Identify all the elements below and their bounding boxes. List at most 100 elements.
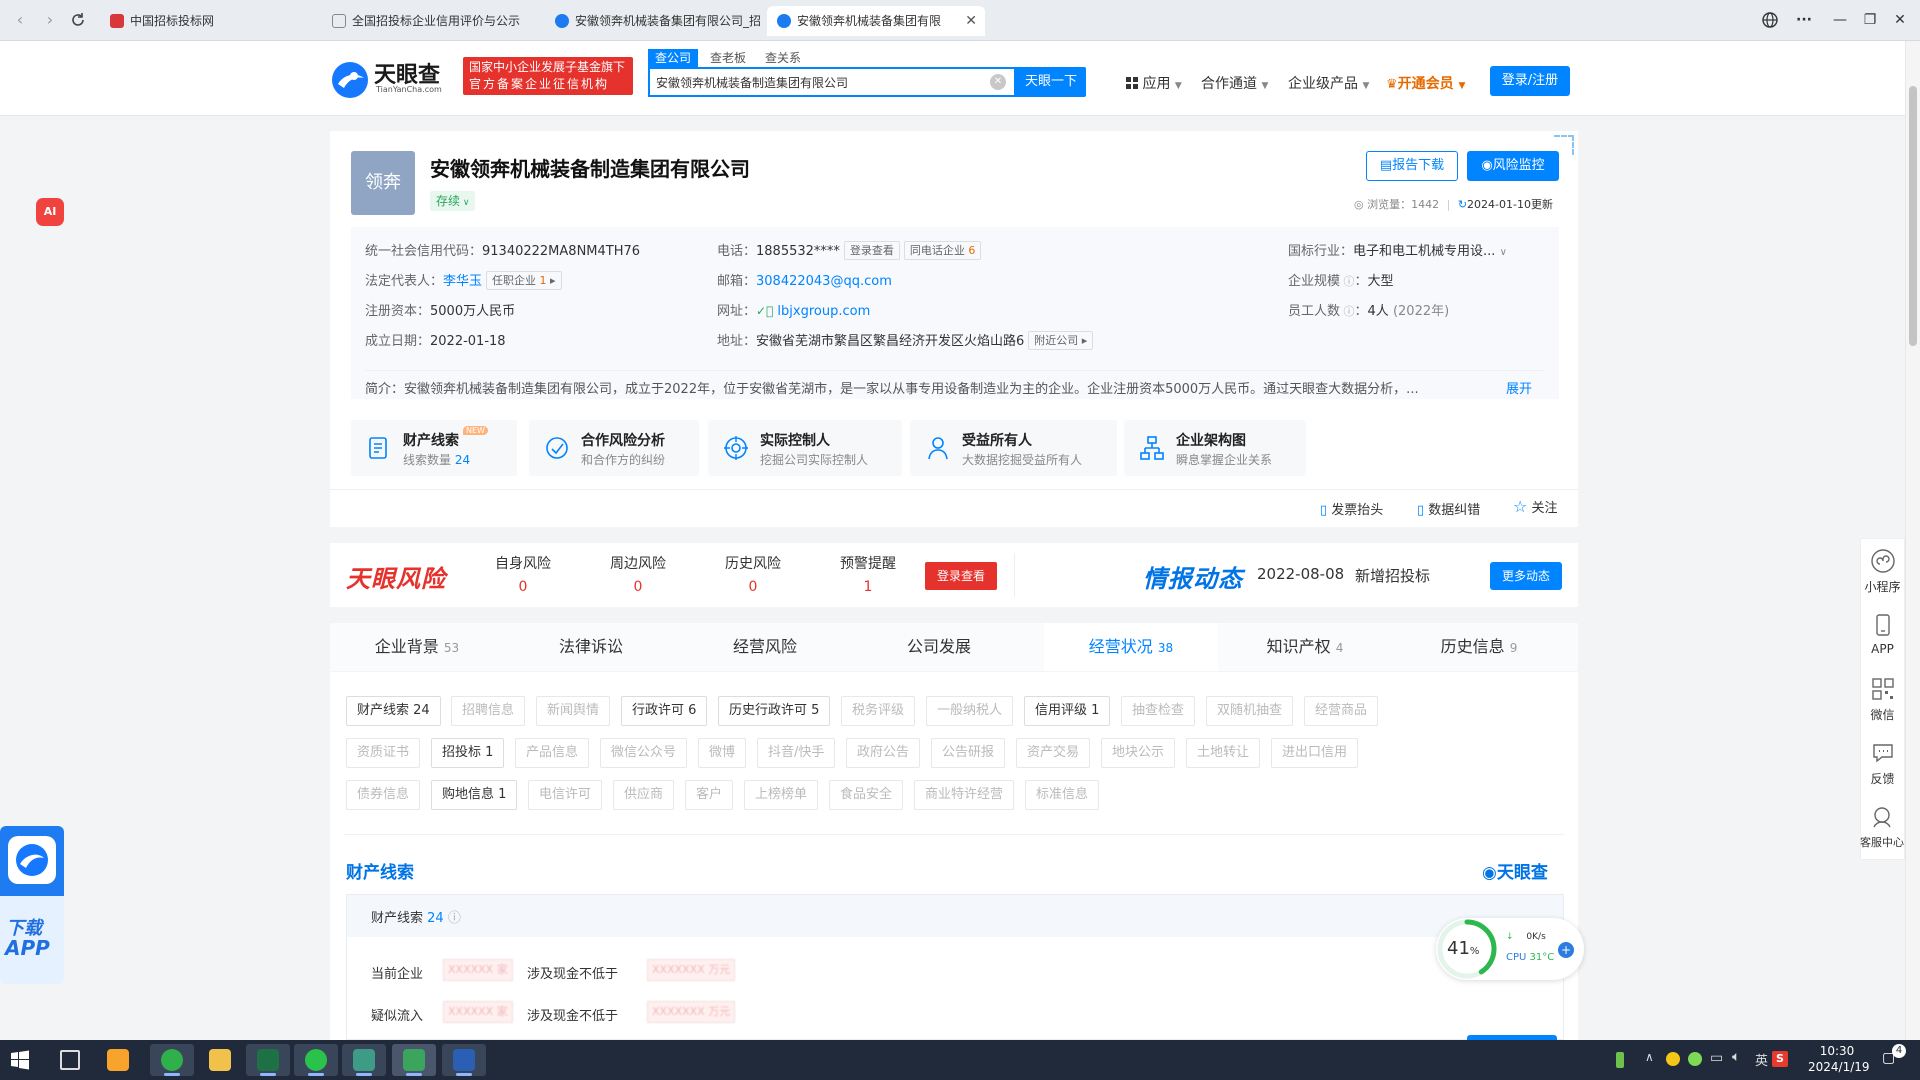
tab-development[interactable]: 公司发展 [852, 623, 1026, 671]
menu-enterprise-products[interactable]: 企业级产品 ▼ [1288, 73, 1369, 93]
taskbar-app[interactable] [96, 1044, 140, 1076]
sub-category-chip[interactable]: 购地信息 1 [431, 780, 518, 810]
risk-surrounding[interactable]: 周边风险 0 [593, 553, 683, 595]
sub-category-chip[interactable]: 信用评级 1 [1024, 696, 1111, 726]
phone-login-tag[interactable]: 登录查看 [843, 241, 900, 260]
sub-category-chip[interactable]: 土地转让 [1186, 738, 1261, 768]
feature-beneficial-owner[interactable]: 受益所有人 大数据挖掘受益所有人 [910, 420, 1117, 476]
input-language[interactable]: 英 [1755, 1050, 1768, 1069]
wechat-link[interactable]: 微信 [1860, 676, 1905, 723]
email-link[interactable]: 308422043@qq.com [756, 274, 892, 289]
sub-category-chip[interactable]: 税务评级 [841, 696, 916, 726]
tab-background[interactable]: 企业背景 53 [330, 623, 504, 671]
sub-category-chip[interactable]: 新闻舆情 [536, 696, 611, 726]
taskbar-clock[interactable]: 10:30 2024/1/19 [1808, 1043, 1870, 1075]
customer-service-link[interactable]: 客服中心 [1857, 804, 1907, 850]
feedback-link[interactable]: 反馈 [1860, 740, 1905, 787]
search-input[interactable] [656, 72, 976, 92]
clear-search-icon[interactable]: ✕ [990, 74, 1006, 90]
taskbar-app[interactable] [198, 1044, 242, 1076]
mini-program-link[interactable]: 小程序 [1860, 548, 1905, 595]
close-tab-icon[interactable]: ✕ [965, 6, 977, 36]
risk-history[interactable]: 历史风险 0 [708, 553, 798, 595]
same-phone-tag[interactable]: 同电话企业 6 [903, 241, 982, 260]
website-link[interactable]: lbjxgroup.com [777, 304, 870, 319]
taskbar-app[interactable] [150, 1044, 194, 1076]
sub-category-chip[interactable]: 地块公示 [1101, 738, 1176, 768]
sub-category-chip[interactable]: 供应商 [613, 780, 675, 810]
expand-intro-link[interactable]: 展开 [1506, 378, 1532, 397]
feature-org-chart[interactable]: 企业架构图 瞬息掌握企业关系 [1124, 420, 1306, 476]
tab-litigation[interactable]: 法律诉讼 [504, 623, 678, 671]
sub-category-chip[interactable]: 食品安全 [829, 780, 904, 810]
tab-operating-status[interactable]: 经营状况 38 [1044, 623, 1218, 671]
sub-category-chip[interactable]: 资产交易 [1016, 738, 1091, 768]
ime-icon[interactable]: S [1772, 1051, 1788, 1067]
tianyancha-logo-icon[interactable] [330, 60, 370, 100]
sub-category-chip[interactable]: 资质证书 [346, 738, 421, 768]
sub-category-chip[interactable]: 行政许可 6 [621, 696, 708, 726]
data-correction-link[interactable]: ▯ 数据纠错 [1417, 499, 1480, 518]
sub-category-chip[interactable]: 微博 [698, 738, 747, 768]
feature-cooperation-risk[interactable]: 合作风险分析 和合作方的纠纷 [529, 420, 699, 476]
follow-link[interactable]: ☆ 关注 [1513, 497, 1558, 516]
sub-category-chip[interactable]: 标准信息 [1025, 780, 1100, 810]
sub-category-chip[interactable]: 招聘信息 [451, 696, 526, 726]
taskbar-app[interactable] [442, 1044, 486, 1076]
status-badge[interactable]: 存续 ∨ [430, 191, 476, 211]
sub-category-chip[interactable]: 财产线索 24 [346, 696, 441, 726]
refresh-icon[interactable] [68, 10, 88, 30]
report-download-button[interactable]: ▤报告下载 [1366, 151, 1458, 181]
tray-app-icon[interactable] [1666, 1052, 1680, 1066]
back-icon[interactable]: ‹ [10, 10, 30, 30]
sub-category-chip[interactable]: 债券信息 [346, 780, 421, 810]
more-menu-icon[interactable]: ··· [1792, 8, 1816, 32]
menu-cooperation[interactable]: 合作通道 ▼ [1201, 73, 1268, 93]
download-app-banner[interactable]: 下载 APP [0, 826, 64, 984]
battery-icon[interactable] [1616, 1052, 1624, 1068]
sub-category-chip[interactable]: 招投标 1 [431, 738, 505, 768]
page-scrollbar[interactable] [1905, 41, 1920, 1040]
taskbar-app[interactable] [246, 1044, 290, 1076]
intel-text[interactable]: 新增招投标 [1355, 565, 1430, 586]
risk-self[interactable]: 自身风险 0 [478, 553, 568, 595]
forward-icon[interactable]: › [40, 10, 60, 30]
browser-tab-active[interactable]: 安徽领奔机械装备集团有限 ✕ [767, 6, 985, 36]
sub-category-chip[interactable]: 上榜榜单 [744, 780, 819, 810]
minimize-icon[interactable]: — [1828, 8, 1852, 32]
globe-icon[interactable] [1758, 8, 1782, 32]
sub-category-chip[interactable]: 客户 [685, 780, 734, 810]
taskbar-app-active[interactable] [392, 1044, 436, 1076]
nearby-companies-tag[interactable]: 附近公司 ▸ [1028, 331, 1094, 350]
sub-category-chip[interactable]: 商业特许经营 [914, 780, 1015, 810]
help-icon[interactable]: ⓘ [1340, 305, 1355, 318]
ai-assistant-button[interactable]: AI [36, 198, 64, 226]
task-view-icon[interactable] [60, 1050, 80, 1070]
search-button[interactable]: 天眼一下 [1016, 67, 1086, 97]
taskbar-app[interactable] [342, 1044, 386, 1076]
sub-category-chip[interactable]: 电信许可 [528, 780, 603, 810]
browser-tab[interactable]: 安徽领奔机械装备集团有限公司_招 [545, 6, 763, 36]
risk-login-button[interactable]: 登录查看 [925, 562, 997, 590]
browser-tab[interactable]: 中国招标投标网 [100, 6, 318, 36]
search-tab-relation[interactable]: 查关系 [765, 49, 801, 67]
sub-category-chip[interactable]: 抖音/快手 [757, 738, 836, 768]
tab-ip[interactable]: 知识产权 4 [1218, 623, 1392, 671]
app-link[interactable]: APP [1860, 612, 1905, 656]
chevron-down-icon[interactable]: ∨ [1500, 247, 1507, 258]
system-monitor-widget[interactable]: 41% ↓ 0K/s CPU 31°C + [1436, 918, 1584, 980]
scrollbar-thumb[interactable] [1909, 86, 1917, 346]
taskbar-app[interactable] [294, 1044, 338, 1076]
login-register-button[interactable]: 登录/注册 [1490, 66, 1570, 96]
legal-rep-companies-tag[interactable]: 任职企业 1 ▸ [486, 271, 562, 290]
legal-rep-link[interactable]: 李华玉 [443, 274, 482, 289]
volume-icon[interactable]: 🔈︎ [1732, 1049, 1740, 1065]
risk-monitor-button[interactable]: ◉风险监控 [1467, 151, 1559, 181]
invoice-title-link[interactable]: ▯ 发票抬头 [1320, 499, 1383, 518]
sub-category-chip[interactable]: 产品信息 [515, 738, 590, 768]
tab-operating-risk[interactable]: 经营风险 [678, 623, 852, 671]
tray-app-icon[interactable] [1688, 1052, 1702, 1066]
feature-actual-controller[interactable]: 实际控制人 挖掘公司实际控制人 [708, 420, 902, 476]
sub-category-chip[interactable]: 公告研报 [931, 738, 1006, 768]
feature-asset-clues[interactable]: 财产线索 NEW 线索数量 24 [351, 420, 517, 476]
